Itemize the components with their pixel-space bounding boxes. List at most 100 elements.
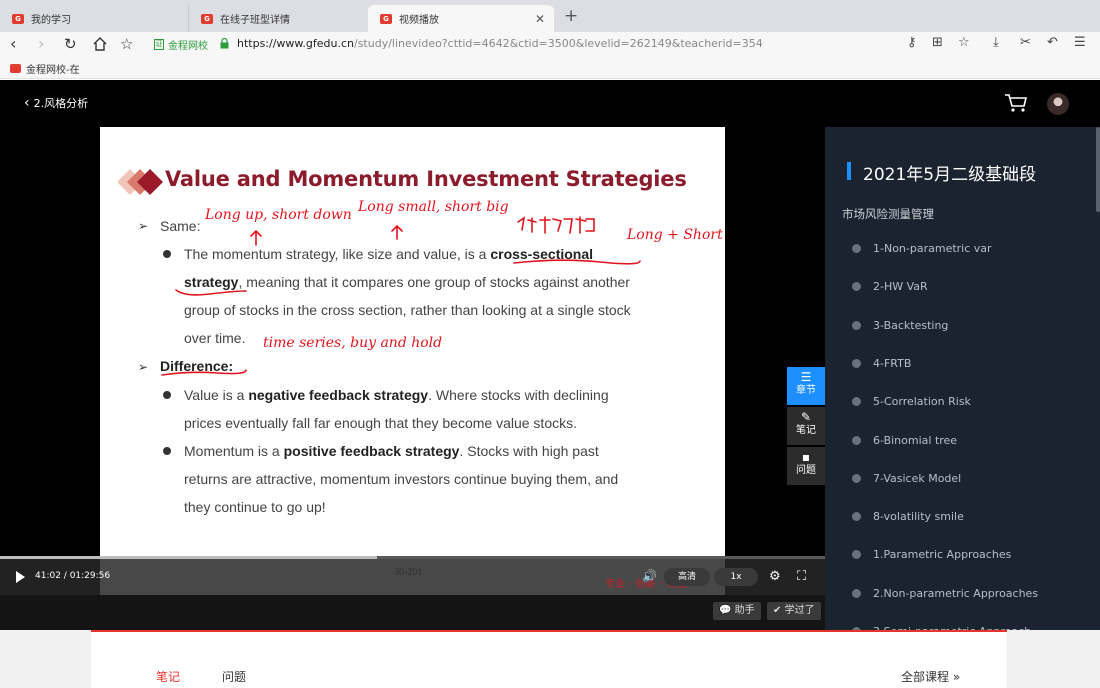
list-icon: ☰: [800, 370, 812, 384]
chapter-button-label: 章节: [796, 385, 816, 396]
chevron-left-icon: ‹: [24, 95, 30, 111]
mark-learned-button[interactable]: ✔ 学过了: [767, 602, 821, 620]
chapter-item[interactable]: 2-HW VaR: [852, 280, 928, 293]
translate-icon[interactable]: ⊞: [932, 35, 943, 50]
chapter-item-label: 3-Backtesting: [873, 318, 949, 332]
mark-learned-label: 学过了: [784, 605, 815, 616]
site-favicon-icon: [10, 64, 21, 73]
slide-text-line: returns are attractive, momentum investo…: [184, 471, 619, 487]
url-host: https://www.gfedu.cn: [237, 37, 354, 50]
cart-icon[interactable]: [1004, 93, 1028, 113]
download-icon[interactable]: ⤓: [993, 35, 999, 50]
slide-text-line: over time.: [184, 330, 246, 346]
bullet-dot: [163, 447, 171, 455]
browser-tab[interactable]: G 我的学习: [0, 5, 188, 32]
chapter-bullet-icon: [852, 435, 861, 445]
notes-button[interactable]: ✎ 笔记: [787, 407, 825, 445]
site-favicon-icon: G: [201, 13, 213, 24]
chapter-button[interactable]: ☰ 章节: [787, 367, 825, 405]
site-favicon-icon: G: [380, 13, 392, 24]
quality-selector[interactable]: 高清: [664, 568, 710, 586]
tab-questions[interactable]: 问题: [222, 668, 246, 685]
url-path: /study/linevideo?cttid=4642&ctid=3500&le…: [354, 37, 763, 50]
handwritten-note: Long + Short: [627, 227, 723, 243]
chapter-item[interactable]: 4-FRTB: [852, 357, 911, 370]
back-to-course-link[interactable]: ‹ 2.风格分析: [24, 95, 88, 111]
bookmark-label: 金程网校-在: [26, 65, 80, 76]
chat-bubble-icon: 💬: [719, 605, 732, 616]
scissors-icon[interactable]: ✂: [1020, 35, 1031, 50]
tab-label: 我的学习: [31, 15, 71, 26]
chapter-item[interactable]: 6-Binomial tree: [852, 434, 957, 447]
slide-text-line: Value is a negative feedback strategy. W…: [184, 387, 609, 403]
title-diamond-icon: [118, 169, 163, 195]
speed-selector[interactable]: 1x: [714, 568, 758, 586]
close-tab-icon[interactable]: ✕: [535, 12, 545, 26]
chapter-bullet-icon: [852, 473, 861, 483]
avatar[interactable]: [1047, 93, 1069, 115]
chapter-bullet-icon: [852, 358, 861, 368]
chapter-item-label: 2-HW VaR: [873, 280, 928, 294]
reload-icon[interactable]: ↻: [64, 34, 77, 54]
browser-tab[interactable]: G 在线子班型详情: [188, 5, 366, 32]
slide-text-line: strategy, meaning that it compares one g…: [184, 274, 630, 290]
all-courses-label: 全部课程: [901, 670, 950, 684]
lock-icon: [220, 38, 229, 49]
handwritten-note: time series, buy and hold: [263, 335, 443, 351]
chapter-bullet-icon: [852, 550, 861, 560]
browser-nav-bar: ‹ › ↻ ☆ 证 金程网校 https://www.gfedu.cn/stud…: [0, 32, 1100, 57]
bullet-dot: [163, 391, 171, 399]
assistant-button[interactable]: 💬 助手: [713, 602, 761, 620]
new-tab-button[interactable]: +: [564, 6, 578, 26]
forward-arrow-icon[interactable]: ›: [38, 34, 44, 54]
bookmark-star-icon[interactable]: ☆: [120, 34, 133, 54]
back-arrow-icon[interactable]: ‹: [10, 34, 16, 54]
chapter-item[interactable]: 1-Non-parametric var: [852, 242, 992, 255]
page-header: ‹ 2.风格分析: [0, 80, 1100, 127]
bookmark-item[interactable]: 金程网校-在: [10, 61, 80, 76]
slide-text-line: The momentum strategy, like size and val…: [184, 246, 594, 262]
home-icon[interactable]: [93, 37, 107, 51]
chapter-item[interactable]: 3-Backtesting: [852, 319, 948, 332]
video-player[interactable]: Value and Momentum Investment Strategies…: [0, 127, 825, 630]
key-icon[interactable]: ⚷: [907, 35, 917, 50]
all-courses-link[interactable]: 全部课程 »: [901, 668, 960, 685]
questions-button[interactable]: ▪ 问题: [787, 447, 825, 485]
chapter-item-label: 1-Non-parametric var: [873, 242, 992, 255]
favorite-star-icon[interactable]: ☆: [958, 35, 970, 50]
tab-notes[interactable]: 笔记: [156, 668, 180, 685]
chapter-item[interactable]: 2.Non-parametric Approaches: [852, 587, 1038, 600]
notes-button-label: 笔记: [796, 425, 816, 436]
volume-icon[interactable]: 🔊: [642, 569, 657, 583]
handwritten-note: Long up, short down: [205, 207, 352, 223]
bookmarks-bar: 金程网校-在: [0, 57, 1100, 79]
arrow-bullet-icon: ➢: [138, 219, 149, 233]
browser-tab-active[interactable]: G 视频播放 ✕: [368, 5, 554, 32]
undo-icon[interactable]: ↶: [1047, 35, 1058, 50]
handwritten-note: Long small, short big: [358, 199, 509, 215]
section-title: 市场风险测量管理: [842, 207, 934, 221]
menu-icon[interactable]: ☰: [1074, 35, 1086, 50]
same-heading: Same:: [160, 218, 201, 234]
gear-icon[interactable]: ⚙: [769, 569, 781, 584]
chapter-bullet-icon: [852, 397, 861, 407]
chapter-item[interactable]: 7-Vasicek Model: [852, 472, 961, 485]
lesson-title: 2.风格分析: [33, 97, 89, 110]
play-icon[interactable]: [16, 571, 25, 583]
site-badge-label: 金程网校: [168, 41, 208, 52]
chapter-item-label: 7-Vasicek Model: [873, 471, 962, 485]
double-chevron-right-icon: »: [952, 670, 961, 684]
panel-scrollbar[interactable]: [1096, 127, 1100, 212]
chapter-item[interactable]: 5-Correlation Risk: [852, 395, 971, 408]
lecture-slide: Value and Momentum Investment Strategies…: [100, 127, 725, 595]
time-display: 41:02 / 01:29:56: [35, 571, 111, 581]
chapter-item[interactable]: 1.Parametric Approaches: [852, 548, 1011, 561]
slide-text-line: they continue to go up!: [184, 499, 326, 515]
fullscreen-icon[interactable]: ⛶: [797, 569, 806, 584]
address-bar[interactable]: 证 金程网校 https://www.gfedu.cn/study/linevi…: [148, 34, 906, 55]
player-subbar: 💬 助手 ✔ 学过了: [0, 595, 825, 630]
questions-button-label: 问题: [796, 465, 816, 476]
slide-text-line: Momentum is a positive feedback strategy…: [184, 443, 599, 459]
chapter-item-label: 5-Correlation Risk: [873, 395, 971, 409]
chapter-item[interactable]: 8-volatility smile: [852, 510, 964, 523]
